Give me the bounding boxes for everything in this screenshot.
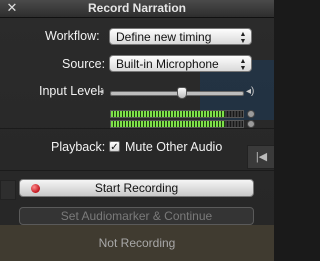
level-meter-left-empty [224,111,243,117]
level-meter-right-empty [224,121,243,127]
source-label: Source: [62,57,106,71]
level-meter-left [110,110,244,118]
meter-clip-indicator [247,120,255,128]
recording-status: Not Recording [98,236,176,250]
level-meter-right [110,120,244,128]
updown-arrows-icon: ▲ ▼ [239,57,247,72]
set-audiomarker-button[interactable]: Set Audiomarker & Continue [19,207,254,225]
volume-low-icon: ◂ [99,86,104,96]
window-title: Record Narration [87,1,187,15]
input-level-slider[interactable] [110,87,244,99]
mute-other-audio-checkbox[interactable]: ✓ [109,141,120,153]
record-narration-panel: ✕ Record Narration Workflow: Define new … [0,0,274,261]
checkmark-icon: ✓ [110,142,119,153]
volume-high-icon: ◂) [246,86,255,97]
workflow-label: Workflow: [45,29,100,43]
input-level-label: Input Level: [39,84,104,98]
level-meter-left-fill [111,111,225,117]
source-popup[interactable]: Built-in Microphone ▲ ▼ [109,55,252,72]
divider [0,170,274,171]
skip-back-icon[interactable]: |◀ [247,145,274,169]
divider [0,128,274,129]
source-value: Built-in Microphone [116,57,219,71]
meter-clip-indicator [247,110,255,118]
input-level-slider-knob[interactable] [177,87,187,99]
record-dot-icon [31,184,40,193]
start-recording-label: Start Recording [94,181,179,195]
background-panel-edge [0,180,16,200]
start-recording-button[interactable]: Start Recording [19,179,254,197]
set-audiomarker-label: Set Audiomarker & Continue [60,209,213,223]
updown-arrows-icon: ▲ ▼ [239,30,247,45]
workflow-popup[interactable]: Define new timing ▲ ▼ [109,28,252,45]
level-meter-right-fill [111,121,225,127]
playback-label: Playback: [51,140,106,154]
workflow-value: Define new timing [116,30,212,44]
title-bar: ✕ Record Narration [0,0,274,18]
mute-other-audio-label[interactable]: Mute Other Audio [125,140,222,154]
